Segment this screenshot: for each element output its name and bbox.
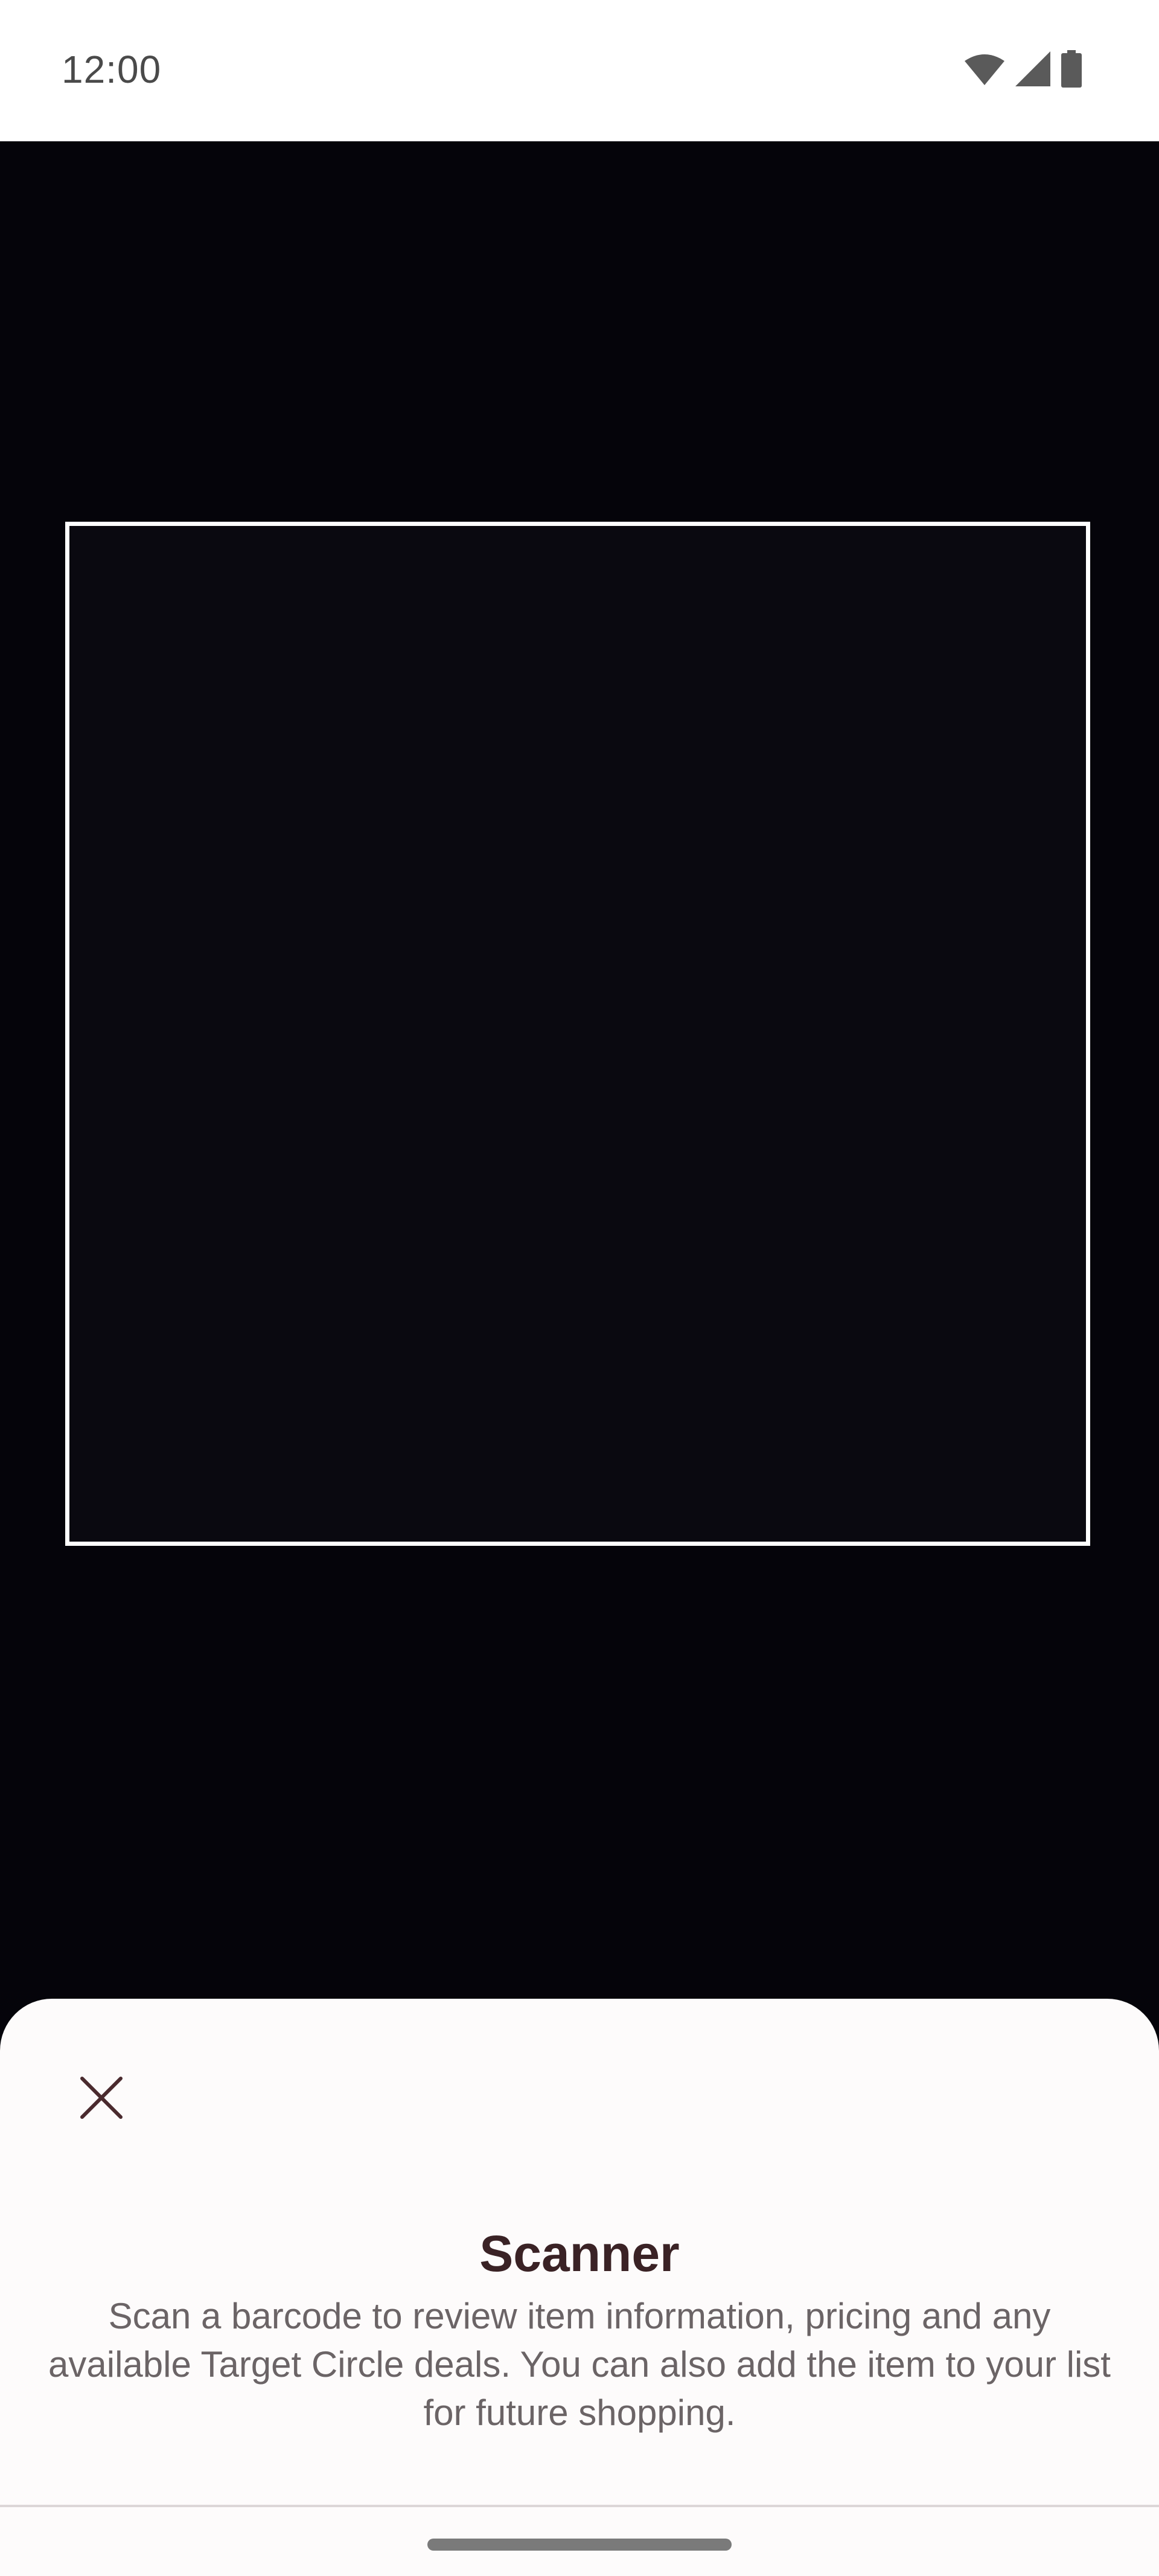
battery-icon: [1061, 50, 1082, 91]
close-button[interactable]: [63, 2060, 140, 2138]
sheet-title: Scanner: [479, 2225, 680, 2282]
divider: [0, 2505, 1159, 2507]
status-bar: 12:00: [0, 0, 1159, 141]
sheet-description: Scan a barcode to review item informatio…: [48, 2296, 1111, 2433]
status-time: 12:00: [62, 48, 162, 91]
close-icon: [78, 2075, 124, 2124]
scanner-bottom-sheet: Scanner Scan a barcode to review item in…: [0, 1999, 1159, 2576]
cellular-signal-icon: [1015, 51, 1050, 89]
scan-frame: [65, 522, 1090, 1546]
status-icons: [965, 50, 1082, 91]
wifi-icon: [965, 53, 1004, 88]
home-indicator[interactable]: [427, 2539, 732, 2551]
